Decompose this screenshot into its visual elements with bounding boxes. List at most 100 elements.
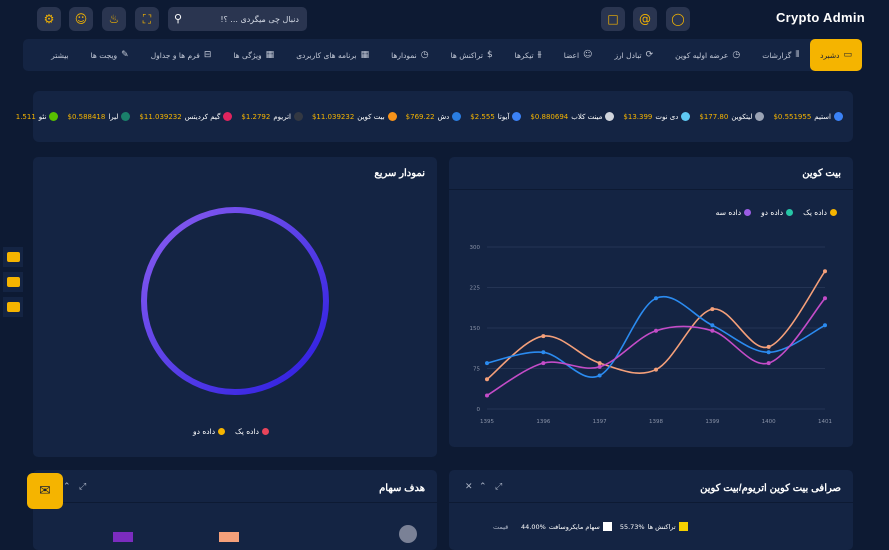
coin-icon [755,112,765,121]
legend-label: تراکنش ها [647,522,676,531]
legend-swatch [602,522,612,531]
bell-icon[interactable]: ♨ [102,7,126,31]
data-point [766,350,771,355]
exchange-price-label: قیمت [493,523,509,531]
nav-item-4[interactable]: ☺ اعضا [553,39,604,71]
collapse-icon[interactable]: ⌃ [479,482,487,492]
x-tick-label: 1401 [818,419,832,425]
bar-chart-icon: ⫴ [795,50,800,60]
goal-card-title: هدف سهام [379,483,425,494]
y-tick-label: 150 [470,326,481,332]
data-point [541,361,546,366]
legend-pct: 55.73% [619,522,645,531]
data-point [766,361,771,366]
nav-item-9[interactable]: ▦ ویژگی ها [222,39,285,71]
nav-item-label: تراکنش ها [450,50,483,60]
side-tool-image[interactable] [3,272,23,292]
expand-icon[interactable]: ⤢ [495,482,502,492]
side-tool-layers[interactable] [3,297,23,317]
y-tick-label: 225 [470,286,481,292]
ticker-item[interactable]: دی نوت $13.399 [623,112,691,121]
legend-swatch [678,522,688,531]
nav-item-label: فرم ها و جداول [150,50,200,60]
nav-item-6[interactable]: $ تراکنش ها [440,39,504,71]
nav-item-label: تیکرها [514,50,534,60]
clipboard-icon[interactable]: □ [601,7,625,31]
x-tick-label: 1395 [480,419,494,425]
nav-item-label: گزارشات [762,50,792,60]
data-point [710,328,715,333]
coin-icon [121,112,131,121]
x-tick-label: 1399 [705,419,719,425]
close-icon[interactable]: ✕ [465,482,473,492]
nav-item-12[interactable]: بیشتر [40,39,79,71]
nav-item-10[interactable]: ⊟ فرم ها و جداول [140,39,223,71]
nav-item-11[interactable]: ✎ ویجت ها [80,39,140,71]
x-tick-label: 1400 [762,419,776,425]
coin-price: $0.880694 [530,112,569,121]
exchange-legend-item: تراکنش ها 55.73% [620,522,688,531]
coin-name: لیتکوین [731,112,753,121]
collapse-icon[interactable]: ⌃ [63,482,71,492]
exchange-legend-item: سهام مایکروسافت 44.00% [521,522,612,531]
monitor-icon: ▭ [843,50,852,60]
data-point [485,393,489,398]
goal-avatar [399,525,417,543]
side-tool-camera[interactable] [3,247,23,267]
expand-icon[interactable]: ⤢ [79,482,86,492]
coin-name: اتریوم [273,112,291,121]
data-point [597,364,602,369]
at-icon[interactable]: @ [633,7,657,31]
data-point [654,367,658,372]
fullscreen-icon[interactable]: ⛶ [135,7,159,31]
data-point [597,361,602,366]
quick-chart-card: نمودار سریع داده یک داده دو [33,157,437,457]
nav-item-0[interactable]: ▭ دشبرد [810,39,862,71]
user-icon[interactable]: ☺ [69,7,93,31]
coin-name: مینت کلاب [571,112,603,121]
search-box[interactable]: دنبال چی میگردی ... ؟! ⚲ [168,7,307,31]
inbox-icon: ⊟ [203,50,212,60]
coin-price: 1.511 [15,112,36,121]
data-point [823,323,827,328]
chat-icon[interactable]: ◯ [666,7,690,31]
stock-goal-card: هدف سهام ⌃ ⤢ [33,470,437,550]
ticker-item[interactable]: مینت کلاب $0.880694 [530,112,615,121]
legend-item[interactable]: داده دو [193,427,226,436]
nav-item-8[interactable]: ▦ برنامه های کاربردی [285,39,380,71]
ticker-item[interactable]: اتریوم $1.2792 [241,112,303,121]
ticker-item[interactable]: نئو 1.511 [16,112,59,121]
chat-float-button[interactable]: ✉ [27,473,63,509]
ticker-item[interactable]: بیت کوین $11.039232 [312,112,397,121]
data-point [485,361,489,366]
ticker-item[interactable]: لیتکوین $177.80 [699,112,765,121]
main-nav: ▭ دشبرد ⫴ گزارشات ◷ عرضه اولیه کوین ⟳ تبادل ارز… [23,39,862,71]
btc-chart-card: بیت کوین داده یک داده دو داده سه 0 75 150 225… [449,157,853,447]
nav-item-label: اعضا [563,50,580,60]
nav-item-3[interactable]: ⟳ تبادل ارز [603,39,664,71]
exchange-card: صرافی بیت کوین اتریوم/بیت کوین ✕ ⌃ ⤢ ترا… [449,470,853,550]
coin-icon [834,112,843,121]
ticker-item[interactable]: لیرا $0.588418 [67,112,131,121]
coin-price: $11.039232 [311,112,355,121]
data-point [823,296,827,301]
sliders-icon: ⫵ [537,50,542,60]
settings-gear-icon[interactable]: ⚙ [37,7,61,31]
legend-dot [218,428,226,435]
ticker-item[interactable]: آیوتا $2.555 [470,112,522,121]
coin-name: آیوتا [497,112,510,121]
nav-item-5[interactable]: ⫵ تیکرها [504,39,553,71]
nav-item-7[interactable]: ◷ نمودارها [380,39,439,71]
ticker-item[interactable]: دش $769.22 [406,112,462,121]
nav-item-1[interactable]: ⫴ گزارشات [751,39,810,71]
coin-price: $11.039232 [139,112,182,121]
ticker-item[interactable]: گیم کردیتس $11.039232 [139,112,233,121]
grid-icon: ▦ [360,50,370,60]
search-input[interactable]: دنبال چی میگردی ... ؟! [220,15,299,24]
coin-price: $2.555 [470,112,495,121]
legend-item[interactable]: داده یک [235,427,269,436]
quick-legend: داده یک داده دو [193,427,269,436]
x-tick-label: 1398 [649,419,663,425]
ticker-item[interactable]: استیم $0.551955 [773,112,843,121]
nav-item-2[interactable]: ◷ عرضه اولیه کوین [664,39,751,71]
